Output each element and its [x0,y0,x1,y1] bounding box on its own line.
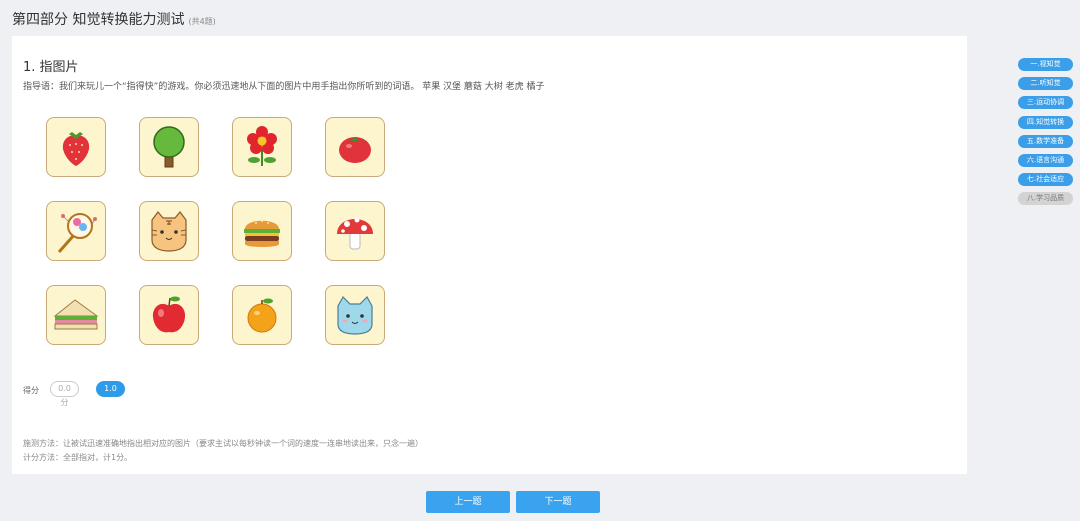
image-tile-strawberry[interactable] [46,117,106,177]
score-option-one-selected[interactable]: 1.0分 [96,381,125,407]
instruction-text: 指导语：我们来玩儿一个“指得快”的游戏。你必须迅速地从下面的图片中用手指出你所听… [23,82,545,92]
tree-icon [153,126,185,168]
mushroom-icon [337,217,373,250]
sidebar-item-learning-quality[interactable]: 八.学习品质 [1018,192,1073,206]
score-option-zero[interactable]: 0.0分 [50,381,79,407]
sidebar-item-math-readiness[interactable]: 五.数学准备 [1018,134,1073,148]
image-tile-mushroom[interactable] [325,201,385,261]
strawberry-icon [62,132,90,166]
sandwich-icon [53,299,99,330]
image-tile-rattle-drum[interactable] [46,201,106,261]
sidebar-item-language[interactable]: 六.语言沟通 [1018,153,1073,167]
image-tile-orange[interactable] [232,285,292,345]
image-tile-cat[interactable] [325,285,385,345]
prev-question-button[interactable]: 上一题 [426,491,510,513]
sidebar-item-perception-conversion[interactable]: 四.知觉转换 [1018,115,1073,129]
image-tile-flower[interactable] [232,117,292,177]
image-tile-hamburger[interactable] [232,201,292,261]
image-tile-apple[interactable] [139,285,199,345]
question-card: 1. 指图片 指导语：我们来玩儿一个“指得快”的游戏。你必须迅速地从下面的图片中… [12,36,967,474]
score-label: 得分 [23,386,39,395]
image-tile-tomato[interactable] [325,117,385,177]
apple-icon [152,296,186,333]
section-sidebar: 一.视知觉 二.听知觉 三.运动协调 四.知觉转换 五.数学准备 六.语言沟通 … [1018,58,1073,212]
flower-icon [247,126,277,166]
image-tile-tiger[interactable] [139,201,199,261]
sidebar-item-visual-perception[interactable]: 一.视知觉 [1018,58,1073,71]
page-title: 第四部分 知觉转换能力测试 (共4题) [12,9,216,29]
image-tile-tree[interactable] [139,117,199,177]
hamburger-icon [244,220,280,247]
sidebar-item-auditory-perception[interactable]: 二.听知觉 [1018,77,1073,91]
question-count: (共4题) [188,17,216,26]
image-tile-sandwich[interactable] [46,285,106,345]
scoring-method-text: 计分方法：全部指对，计1分。 [23,453,133,462]
test-method-text: 施测方法：让被试迅速准确地指出相对应的图片（要求主试以每秒钟读一个词的速度一连串… [23,439,423,448]
tiger-icon [151,211,187,252]
cat-icon [337,296,373,335]
question-title: 1. 指图片 [23,60,79,75]
orange-icon [247,298,277,333]
next-question-button[interactable]: 下一题 [516,491,600,513]
section-title: 第四部分 知觉转换能力测试 [12,12,185,28]
rattle-drum-icon [57,213,97,253]
tomato-icon [339,137,371,163]
sidebar-item-motor-coordination[interactable]: 三.运动协调 [1018,96,1073,110]
sidebar-item-social[interactable]: 七.社会适应 [1018,173,1073,187]
